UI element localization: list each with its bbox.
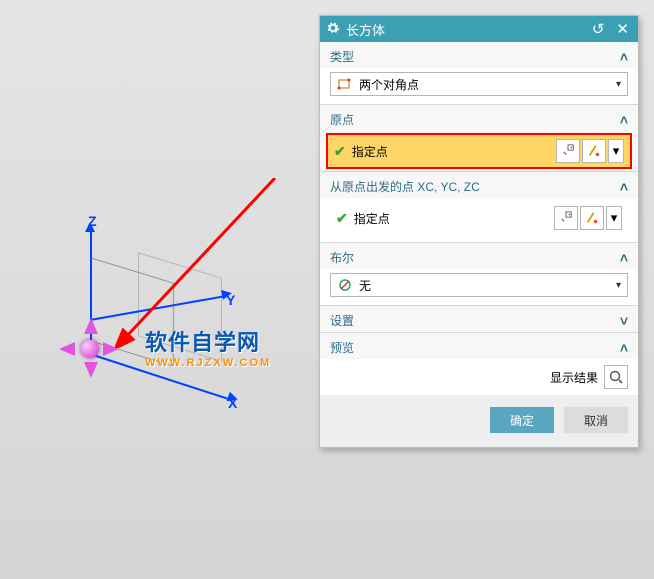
cursor-pick-button[interactable]	[580, 206, 604, 230]
dropdown-button[interactable]: ▾	[606, 206, 622, 230]
section-header-preview[interactable]: 预览 ˄	[320, 332, 638, 359]
section-header-boolean[interactable]: 布尔 ˄	[320, 242, 638, 269]
second-point-specify-row: ✔ 指定点 + ▾	[330, 202, 628, 234]
watermark: 软件自学网 WWW.RJZXW.COM	[145, 325, 271, 369]
chevron-down-icon: ˅	[620, 313, 628, 329]
check-icon: ✔	[336, 210, 348, 227]
axis-z-label: Z	[88, 213, 97, 229]
modeling-viewport[interactable]: Z Y X 软件自学网 WWW.RJZXW.COM	[0, 0, 260, 579]
chevron-up-icon: ˄	[620, 340, 628, 356]
section-header-settings[interactable]: 设置 ˅	[320, 305, 638, 332]
section-header-origin[interactable]: 原点 ˄	[320, 104, 638, 131]
section-label: 类型	[330, 48, 354, 65]
point-picker-button[interactable]: +	[556, 139, 580, 163]
dialog-title: 长方体	[346, 20, 583, 39]
section-label: 从原点出发的点 XC, YC, ZC	[330, 178, 480, 195]
highlighted-origin-row: ✔ 指定点 + ▾	[326, 133, 632, 169]
gear-icon[interactable]	[326, 21, 340, 38]
section-label: 预览	[330, 339, 354, 356]
block-dialog: 长方体 ↺ ✕ 类型 ˄ 两个对角点 ▾ 原点 ˄ ✔ 指定点 +	[319, 15, 639, 448]
manipulator-down-icon[interactable]	[84, 362, 98, 378]
reset-icon[interactable]: ↺	[589, 20, 608, 38]
origin-specify-row: ✔ 指定点 + ▾	[328, 135, 630, 167]
boolean-combo-value: 无	[359, 277, 371, 294]
magnify-button[interactable]	[604, 365, 628, 389]
caret-down-icon: ▾	[616, 79, 621, 90]
move-origin-handle[interactable]	[81, 340, 99, 358]
manipulator-left-icon[interactable]	[59, 342, 75, 356]
svg-text:+: +	[570, 145, 573, 151]
chevron-up-icon: ˄	[620, 49, 628, 65]
watermark-text: 软件自学网	[145, 330, 260, 355]
section-label: 原点	[330, 111, 354, 128]
second-point-label: 指定点	[354, 210, 390, 227]
ok-button[interactable]: 确定	[490, 407, 554, 433]
manipulator-right-icon[interactable]	[103, 342, 119, 356]
caret-down-icon: ▾	[616, 280, 621, 291]
point-picker-button[interactable]: +	[554, 206, 578, 230]
manipulator-up-icon[interactable]	[84, 318, 98, 334]
chevron-up-icon: ˄	[620, 179, 628, 195]
section-header-second-point[interactable]: 从原点出发的点 XC, YC, ZC ˄	[320, 171, 638, 198]
two-corner-points-icon	[337, 76, 353, 92]
axis-y-label: Y	[226, 292, 235, 308]
chevron-up-icon: ˄	[620, 112, 628, 128]
origin-label: 指定点	[352, 143, 388, 160]
dialog-button-bar: 确定 取消	[320, 395, 638, 447]
dialog-titlebar[interactable]: 长方体 ↺ ✕	[320, 16, 638, 42]
close-icon[interactable]: ✕	[613, 20, 632, 38]
cancel-button[interactable]: 取消	[564, 407, 628, 433]
dropdown-button[interactable]: ▾	[608, 139, 624, 163]
watermark-url: WWW.RJZXW.COM	[145, 357, 271, 369]
section-label: 布尔	[330, 249, 354, 266]
section-header-type[interactable]: 类型 ˄	[320, 42, 638, 68]
svg-text:+: +	[568, 212, 571, 218]
boolean-combo[interactable]: 无 ▾	[330, 273, 628, 297]
boolean-none-icon	[337, 277, 353, 293]
check-icon: ✔	[334, 143, 346, 160]
type-combo[interactable]: 两个对角点 ▾	[330, 72, 628, 96]
type-combo-value: 两个对角点	[359, 76, 419, 93]
show-result-label: 显示结果	[550, 369, 598, 386]
axis-x-label: X	[228, 395, 237, 411]
chevron-up-icon: ˄	[620, 250, 628, 266]
section-label: 设置	[330, 312, 354, 329]
axis-z-line	[90, 230, 92, 355]
cursor-pick-button[interactable]	[582, 139, 606, 163]
